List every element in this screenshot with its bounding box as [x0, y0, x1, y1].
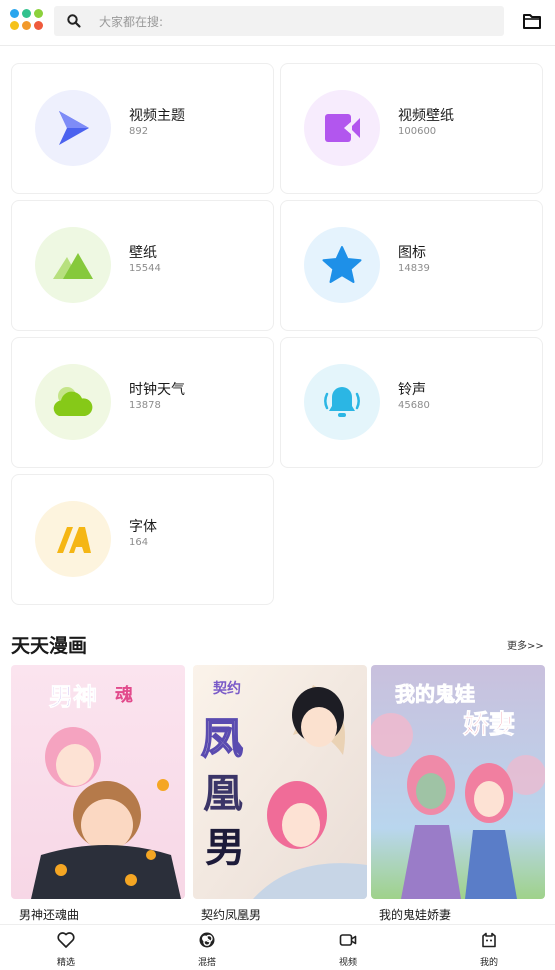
nav-mix[interactable]: 混搭	[167, 925, 247, 970]
category-icon-bg	[304, 227, 380, 303]
svg-text:凰: 凰	[203, 771, 243, 817]
nav-label: 视频	[338, 958, 357, 968]
mix-icon	[199, 932, 215, 948]
comic-item[interactable]: 我的鬼娃 娇妻 我的鬼娃娇妻	[371, 665, 545, 922]
category-card-ringtone[interactable]: 铃声 45680	[280, 337, 543, 468]
svg-text:娇妻: 娇妻	[463, 710, 515, 740]
profile-icon	[482, 932, 496, 948]
category-icon-bg	[35, 90, 111, 166]
category-count: 100600	[398, 126, 437, 137]
app-root: 大家都在搜: 视频主题 892 视频壁纸 100600 壁纸 15544 图标 …	[0, 0, 555, 970]
nav-label: 我的	[479, 958, 498, 968]
category-card-icons[interactable]: 图标 14839	[280, 200, 543, 331]
video-camera-icon	[339, 934, 357, 946]
svg-text:男神: 男神	[49, 683, 97, 711]
cloud-icon	[53, 387, 93, 416]
category-card-video-wallpaper[interactable]: 视频壁纸 100600	[280, 63, 543, 194]
bell-icon	[324, 387, 360, 417]
category-icon-bg	[35, 501, 111, 577]
svg-text:男: 男	[205, 825, 245, 871]
more-link[interactable]: 更多>>	[507, 637, 544, 652]
app-logo-icon[interactable]	[10, 9, 46, 33]
svg-text:我的鬼娃: 我的鬼娃	[395, 682, 475, 706]
category-title: 图标	[398, 245, 426, 261]
category-card-wallpaper[interactable]: 壁纸 15544	[11, 200, 274, 331]
search-bar[interactable]: 大家都在搜:	[54, 6, 504, 36]
category-count: 45680	[398, 400, 430, 411]
search-placeholder: 大家都在搜:	[99, 15, 164, 29]
comic-title: 男神还魂曲	[19, 908, 80, 922]
svg-text:凤: 凤	[201, 714, 243, 763]
nav-video[interactable]: 视频	[308, 925, 388, 970]
category-count: 892	[129, 126, 149, 137]
bottom-nav: 精选 混搭 视频 我的	[0, 924, 555, 970]
category-icon-bg	[304, 364, 380, 440]
comic-cover-image[interactable]: 我的鬼娃 娇妻	[371, 665, 545, 899]
nav-label: 精选	[56, 958, 75, 968]
comic-cover-image[interactable]: 男神 魂	[11, 665, 185, 899]
folder-icon[interactable]	[522, 11, 542, 31]
star-icon	[322, 246, 362, 283]
search-icon	[67, 14, 81, 28]
category-title: 壁纸	[129, 245, 157, 261]
comic-title: 我的鬼娃娇妻	[379, 908, 452, 922]
comic-title: 契约凤凰男	[201, 908, 262, 922]
category-title: 视频主题	[129, 108, 185, 124]
category-card-video-theme[interactable]: 视频主题 892	[11, 63, 274, 194]
nav-label: 混搭	[197, 958, 216, 968]
font-icon	[57, 527, 91, 553]
category-count: 15544	[129, 263, 161, 274]
heart-icon	[57, 932, 75, 948]
category-count: 13878	[129, 400, 161, 411]
svg-text:魂: 魂	[115, 684, 133, 706]
svg-text:契约: 契约	[212, 680, 241, 697]
play-icon	[59, 111, 89, 145]
nav-mine[interactable]: 我的	[449, 925, 529, 970]
category-count: 14839	[398, 263, 430, 274]
category-icon-bg	[35, 364, 111, 440]
section-title: 天天漫画	[11, 635, 88, 657]
top-bar: 大家都在搜:	[0, 0, 555, 46]
category-title: 字体	[129, 519, 157, 535]
category-card-font[interactable]: 字体 164	[11, 474, 274, 605]
category-count: 164	[129, 537, 149, 548]
video-icon	[325, 114, 360, 142]
comic-item[interactable]: 男神 魂 男神还魂曲	[11, 665, 185, 922]
category-icon-bg	[304, 90, 380, 166]
category-title: 铃声	[398, 382, 426, 398]
category-card-clock-weather[interactable]: 时钟天气 13878	[11, 337, 274, 468]
category-title: 时钟天气	[129, 382, 185, 398]
comic-item[interactable]: 契约 凤 凰 男 契约凤凰男	[193, 665, 367, 922]
nav-featured[interactable]: 精选	[26, 925, 106, 970]
comic-cover-image[interactable]: 契约 凤 凰 男	[193, 665, 367, 899]
category-title: 视频壁纸	[398, 108, 454, 124]
mountain-icon	[53, 253, 93, 279]
category-icon-bg	[35, 227, 111, 303]
